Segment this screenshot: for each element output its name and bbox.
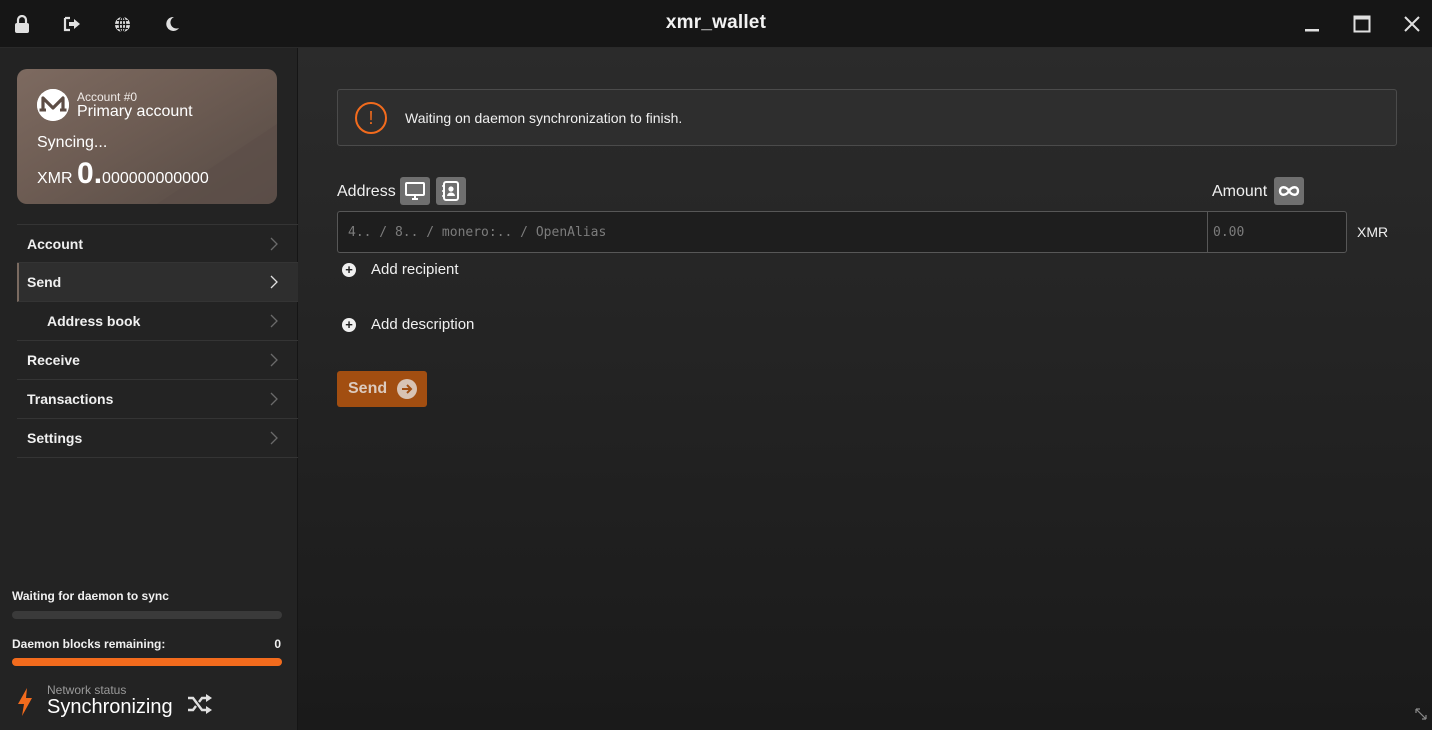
blocks-remaining-value: 0: [274, 637, 281, 651]
send-button-label: Send: [348, 380, 388, 397]
balance-currency: XMR: [37, 170, 73, 187]
add-recipient-button[interactable]: + Add recipient: [342, 261, 459, 278]
network-status-value: Synchronizing: [47, 696, 173, 718]
chevron-right-icon: [270, 275, 278, 292]
chevron-right-icon: [270, 431, 278, 448]
close-icon[interactable]: [1402, 14, 1422, 34]
arrow-right-icon: [397, 379, 418, 399]
chevron-right-icon: [270, 237, 278, 254]
address-book-icon[interactable]: [436, 177, 466, 205]
add-description-button[interactable]: + Add description: [342, 316, 474, 333]
chevron-right-icon: [270, 314, 278, 331]
lightning-icon: [17, 688, 33, 721]
sync-warning-text: Waiting on daemon synchronization to fin…: [405, 110, 683, 126]
add-description-label: Add description: [371, 316, 475, 333]
balance-decimals: 000000000000: [102, 170, 209, 187]
balance: XMR 0.000000000000: [37, 157, 209, 191]
shuffle-icon[interactable]: [187, 693, 213, 720]
sidebar-item-label: Transactions: [27, 391, 114, 407]
sidebar: Account #0 Primary account Syncing... XM…: [0, 48, 298, 730]
send-button[interactable]: Send: [337, 371, 427, 407]
account-number: Account #0: [77, 90, 138, 104]
amount-unit: XMR: [1357, 224, 1389, 240]
sync-warning-banner: ! Waiting on daemon synchronization to f…: [337, 89, 1397, 146]
blocks-progress-fill: [12, 658, 282, 666]
maximize-icon[interactable]: [1352, 14, 1372, 34]
sidebar-item-label: Receive: [27, 352, 80, 368]
account-card[interactable]: Account #0 Primary account Syncing... XM…: [17, 69, 277, 204]
sidebar-item-label: Address book: [47, 313, 141, 329]
address-input[interactable]: [337, 211, 1207, 253]
sync-status-text: Syncing...: [37, 134, 108, 151]
sidebar-item-receive[interactable]: Receive: [17, 341, 298, 380]
send-page: ! Waiting on daemon synchronization to f…: [298, 48, 1432, 730]
minimize-icon[interactable]: [1302, 14, 1322, 34]
window-title: xmr_wallet: [665, 12, 767, 33]
monero-logo-icon: [37, 89, 69, 121]
resize-handle-icon[interactable]: [1414, 707, 1428, 726]
chevron-right-icon: [270, 353, 278, 370]
add-recipient-label: Add recipient: [371, 261, 459, 278]
infinity-icon[interactable]: [1274, 177, 1304, 205]
sidebar-item-settings[interactable]: Settings: [17, 419, 298, 458]
chevron-right-icon: [270, 392, 278, 409]
blocks-progress-bar: [12, 658, 282, 666]
daemon-sync-label: Waiting for daemon to sync: [12, 589, 169, 603]
sidebar-item-transactions[interactable]: Transactions: [17, 380, 298, 419]
warning-icon: !: [355, 102, 387, 134]
monitor-icon[interactable]: [400, 177, 430, 205]
sidebar-item-send[interactable]: Send: [17, 263, 298, 302]
sidebar-item-label: Send: [27, 274, 62, 290]
account-name: Primary account: [77, 103, 193, 120]
plus-circle-icon: +: [342, 317, 356, 332]
sidebar-item-address-book[interactable]: Address book: [17, 302, 298, 341]
sidebar-item-label: Account: [27, 235, 83, 252]
sidebar-item-label: Settings: [27, 430, 83, 446]
sidebar-item-account[interactable]: Account: [17, 224, 298, 263]
title-bar: xmr_wallet: [0, 0, 1432, 48]
sidebar-menu: Account Send Address book Receive Transa…: [17, 224, 298, 458]
amount-input[interactable]: [1207, 211, 1347, 253]
balance-integer: 0.: [77, 157, 103, 190]
plus-circle-icon: +: [342, 262, 356, 277]
address-label: Address: [337, 183, 396, 200]
amount-label: Amount: [1212, 183, 1268, 200]
daemon-sync-progress-bar: [12, 611, 282, 619]
network-status-label: Network status: [47, 683, 127, 697]
blocks-remaining-label: Daemon blocks remaining:: [12, 637, 166, 651]
